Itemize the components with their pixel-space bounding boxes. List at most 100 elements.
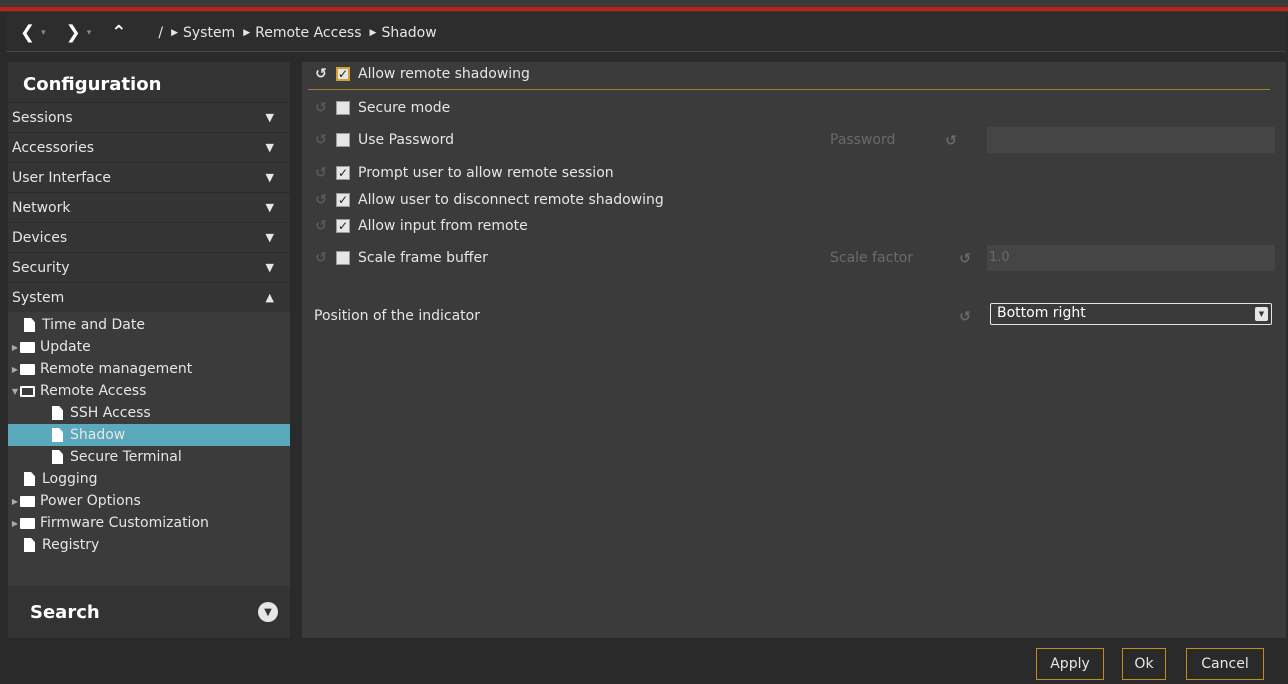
reset-icon: ↺	[315, 165, 327, 181]
tree-item-shadow[interactable]: Shadow	[8, 424, 290, 446]
tree-item-label: Registry	[42, 537, 100, 553]
search-label: Search	[30, 601, 100, 623]
allow-shadowing-row: ↺ ✓ Allow remote shadowing	[314, 66, 530, 82]
tree-item-secure-terminal[interactable]: Secure Terminal	[8, 446, 290, 468]
expand-triangle-icon[interactable]: ▶	[10, 365, 20, 374]
sidebar-section-sessions[interactable]: Sessions ▼	[8, 102, 290, 132]
tree-item-label: Firmware Customization	[40, 515, 209, 531]
folder-icon	[20, 363, 35, 375]
secure-mode-checkbox[interactable]	[336, 101, 350, 115]
apply-button[interactable]: Apply	[1036, 648, 1104, 680]
triangle-down-icon: ▼	[265, 141, 274, 154]
alert-stripe	[0, 7, 1288, 11]
triangle-down-icon: ▼	[265, 201, 274, 214]
breadcrumb-item[interactable]: Remote Access	[255, 25, 361, 41]
triangle-down-icon: ▼	[265, 261, 274, 274]
sidebar-section-label: Network	[12, 199, 71, 216]
chevron-right-icon: ❯	[65, 22, 81, 43]
document-icon	[52, 406, 63, 420]
tree-item-registry[interactable]: Registry	[8, 534, 290, 556]
reset-icon[interactable]: ↺	[314, 66, 328, 82]
use-password-label: Use Password	[358, 132, 454, 148]
use-password-checkbox[interactable]	[336, 133, 350, 147]
scale-fb-checkbox[interactable]	[336, 251, 350, 265]
folder-open-icon	[20, 385, 35, 397]
tree-item-power-options[interactable]: ▶ Power Options	[8, 490, 290, 512]
tree-item-update[interactable]: ▶ Update	[8, 336, 290, 358]
indicator-label: Position of the indicator	[314, 308, 480, 324]
breadcrumb-root[interactable]: /	[158, 25, 163, 41]
scale-factor-field[interactable]: 1.0	[987, 245, 1275, 271]
breadcrumb: / ▶ System ▶ Remote Access ▶ Shadow	[158, 25, 436, 41]
allow-input-row: ↺ ✓ Allow input from remote	[314, 218, 528, 234]
breadcrumb-item[interactable]: System	[183, 25, 235, 41]
panel-splitter[interactable]	[292, 62, 300, 638]
expand-triangle-icon[interactable]: ▶	[10, 343, 20, 352]
tree-item-time-and-date[interactable]: Time and Date	[8, 314, 290, 336]
prompt-user-checkbox[interactable]: ✓	[336, 166, 350, 180]
indicator-position-select[interactable]: Bottom right ▼	[990, 303, 1272, 325]
prompt-user-row: ↺ ✓ Prompt user to allow remote session	[314, 165, 614, 181]
reset-icon: ↺	[315, 192, 327, 208]
triangle-right-icon: ▶	[369, 27, 377, 38]
forward-button[interactable]: ❯ ▾	[66, 22, 92, 43]
expand-triangle-icon[interactable]: ▶	[10, 497, 20, 506]
tree-item-remote-access[interactable]: ▼ Remote Access	[8, 380, 290, 402]
sidebar-section-label: Devices	[12, 229, 68, 246]
sidebar-section-devices[interactable]: Devices ▼	[8, 222, 290, 252]
triangle-right-icon: ▶	[171, 27, 178, 38]
tree-item-remote-management[interactable]: ▶ Remote management	[8, 358, 290, 380]
triangle-down-icon: ▼	[265, 231, 274, 244]
folder-icon	[20, 517, 35, 529]
allow-disconnect-checkbox[interactable]: ✓	[336, 193, 350, 207]
tree-item-logging[interactable]: Logging	[8, 468, 290, 490]
cancel-button[interactable]: Cancel	[1186, 648, 1264, 680]
allow-input-checkbox[interactable]: ✓	[336, 219, 350, 233]
allow-disconnect-row: ↺ ✓ Allow user to disconnect remote shad…	[314, 192, 664, 208]
scale-fb-label: Scale frame buffer	[358, 250, 488, 266]
tree-item-label: Remote management	[40, 361, 193, 377]
collapse-triangle-icon[interactable]: ▼	[10, 387, 20, 396]
back-button[interactable]: ❮ ▾	[20, 22, 46, 43]
sidebar-section-label: User Interface	[12, 169, 112, 186]
tree-item-label: Power Options	[40, 493, 141, 509]
chevron-down-icon[interactable]: ▾	[87, 28, 92, 38]
up-button[interactable]: ⌃	[111, 22, 126, 43]
sidebar-section-network[interactable]: Network ▼	[8, 192, 290, 222]
chevron-down-circle-icon[interactable]: ▼	[258, 602, 278, 622]
prompt-user-label: Prompt user to allow remote session	[358, 165, 614, 181]
expand-triangle-icon[interactable]: ▶	[10, 519, 20, 528]
divider	[308, 89, 1270, 90]
tree-item-label: Remote Access	[40, 383, 147, 399]
sidebar-section-system[interactable]: System ▲	[8, 282, 290, 312]
tree-item-ssh-access[interactable]: SSH Access	[8, 402, 290, 424]
search-section[interactable]: Search ▼	[8, 586, 290, 638]
breadcrumb-item[interactable]: Shadow	[381, 25, 436, 41]
reset-icon: ↺	[315, 250, 327, 266]
secure-mode-row: ↺ Secure mode	[314, 100, 450, 116]
reset-icon: ↺	[315, 218, 327, 234]
window-topbar	[0, 0, 1288, 12]
allow-shadowing-checkbox[interactable]: ✓	[336, 67, 350, 81]
triangle-down-icon: ▼	[265, 171, 274, 184]
dropdown-arrow-icon[interactable]: ▼	[1255, 307, 1268, 321]
toolbar: ❮ ▾ ❯ ▾ ⌃ / ▶ System ▶ Remote Access ▶ Shadow	[6, 14, 1286, 52]
triangle-right-icon: ▶	[243, 27, 251, 38]
folder-icon	[20, 341, 35, 353]
tree-item-firmware-customization[interactable]: ▶ Firmware Customization	[8, 512, 290, 534]
password-label: Password	[830, 132, 896, 148]
sidebar-section-label: Sessions	[12, 109, 73, 126]
password-field[interactable]	[987, 127, 1275, 153]
sidebar-section-security[interactable]: Security ▼	[8, 252, 290, 282]
sidebar-section-accessories[interactable]: Accessories ▼	[8, 132, 290, 162]
tree-item-label: Secure Terminal	[70, 449, 182, 465]
document-icon	[24, 472, 35, 486]
reset-icon: ↺	[945, 133, 957, 149]
sidebar-title: Configuration	[8, 62, 290, 102]
tree-item-label: Update	[40, 339, 91, 355]
ok-button[interactable]: Ok	[1122, 648, 1166, 680]
sidebar-section-user-interface[interactable]: User Interface ▼	[8, 162, 290, 192]
chevron-up-icon: ⌃	[111, 22, 127, 43]
sidebar-section-label: System	[12, 289, 65, 306]
chevron-down-icon[interactable]: ▾	[41, 28, 46, 38]
